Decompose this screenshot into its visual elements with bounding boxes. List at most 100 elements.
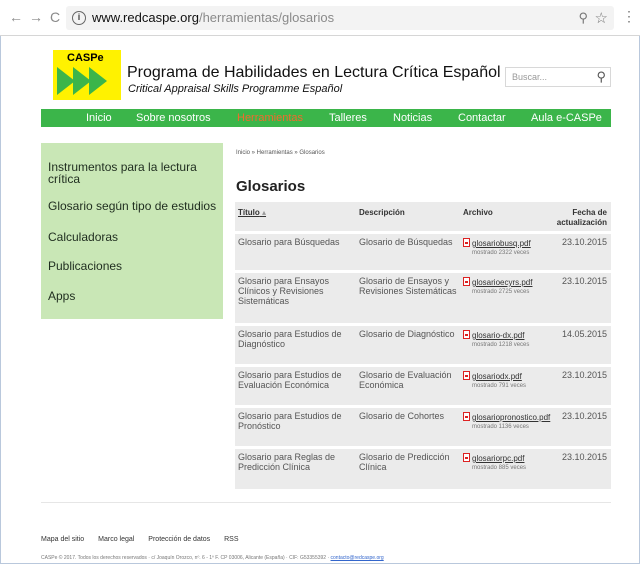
zoom-icon[interactable]: ⚲ [578, 10, 588, 26]
row-file[interactable]: glosariopronostico.pdf mostrado 1136 vece… [463, 411, 550, 432]
footer-link-proteccion[interactable]: Protección de datos [148, 536, 210, 543]
footer-links: Mapa del sitio Marco legal Protección de… [41, 536, 251, 543]
row-download-count: mostrado 885 veces [472, 465, 527, 471]
row-file-link[interactable]: glosario-dx.pdf [472, 331, 524, 340]
nav-item-noticias[interactable]: Noticias [393, 112, 432, 124]
col-titulo[interactable]: Título ▴ [238, 208, 266, 217]
table-row: Glosario para Estudios de Pronóstico Glos… [235, 408, 611, 446]
row-download-count: mostrado 1136 veces [472, 424, 529, 430]
row-file-link[interactable]: glosariobusq.pdf [472, 239, 531, 248]
site-subtitle: Critical Appraisal Skills Programme Espa… [128, 83, 343, 95]
bookmark-star-icon[interactable]: ☆ [595, 9, 608, 27]
contact-email-link[interactable]: contacto@redcaspe.org [331, 555, 384, 561]
search-input[interactable]: Buscar... ⚲ [505, 67, 611, 87]
url-host: www.redcaspe.org [92, 10, 199, 25]
row-date: 23.10.2015 [561, 370, 607, 380]
sidebar-item-glosario[interactable]: Glosario según tipo de estudios [48, 200, 216, 212]
row-date: 23.10.2015 [561, 237, 607, 247]
table-body: Glosario para Búsquedas Glosario de Búsqu… [235, 234, 611, 489]
caspe-logo[interactable]: CASPe [53, 50, 121, 100]
main-nav: Inicio Sobre nosotros Herramientas Talle… [41, 109, 611, 127]
row-file-link[interactable]: glosariorpc.pdf [472, 454, 524, 463]
row-date: 23.10.2015 [561, 411, 607, 421]
browser-toolbar: ← → C i www.redcaspe.org/herramientas/gl… [0, 0, 640, 36]
menu-kebab-icon[interactable]: ⋮ [622, 8, 636, 25]
col-fecha: Fecha de actualización [556, 208, 607, 227]
copyright-text: CASPe © 2017. Todos los derechos reserva… [41, 555, 331, 561]
sidebar-item-instrumentos[interactable]: Instrumentos para la lectura crítica [48, 161, 218, 185]
row-description: Glosario de Ensayos y Revisiones Sistemá… [359, 276, 457, 296]
row-download-count: mostrado 1218 veces [472, 342, 530, 348]
sidebar: Instrumentos para la lectura crítica Glo… [41, 143, 223, 319]
sidebar-item-calculadoras[interactable]: Calculadoras [48, 231, 118, 243]
sort-icon: ▴ [262, 208, 267, 217]
sidebar-item-publicaciones[interactable]: Publicaciones [48, 260, 122, 272]
col-descripcion: Descripción [359, 208, 405, 217]
row-description: Glosario de Búsquedas [359, 237, 453, 247]
table-row: Glosario para Búsquedas Glosario de Búsqu… [235, 234, 611, 270]
copyright: CASPe © 2017. Todos los derechos reserva… [41, 555, 384, 561]
row-file-link[interactable]: glosariodx.pdf [472, 372, 522, 381]
nav-item-talleres[interactable]: Talleres [329, 112, 367, 124]
col-archivo: Archivo [463, 208, 493, 217]
footer-divider [41, 502, 611, 503]
row-file[interactable]: glosarioecyrs.pdf mostrado 2725 veces [463, 276, 532, 297]
col-titulo-label: Título [238, 208, 260, 217]
row-file[interactable]: glosariobusq.pdf mostrado 2322 veces [463, 237, 531, 258]
back-icon[interactable]: ← [8, 9, 24, 25]
reload-icon[interactable]: C [47, 9, 63, 25]
search-icon[interactable]: ⚲ [596, 69, 606, 85]
glossary-table: Título ▴ Descripción Archivo Fecha de ac… [235, 202, 611, 489]
footer-link-rss[interactable]: RSS [224, 536, 238, 543]
row-date: 23.10.2015 [561, 276, 607, 286]
pdf-icon [463, 330, 470, 339]
logo-text: CASPe [67, 52, 104, 64]
table-row: Glosario para Estudios de Diagnóstico Glo… [235, 326, 611, 364]
table-row: Glosario para Ensayos Clínicos y Revisio… [235, 273, 611, 323]
row-title: Glosario para Reglas de Predicción Clíni… [238, 452, 336, 472]
nav-item-herramientas[interactable]: Herramientas [237, 112, 303, 124]
table-row: Glosario para Estudios de Evaluación Eco… [235, 367, 611, 405]
row-file-link[interactable]: glosariopronostico.pdf [472, 413, 550, 422]
row-title: Glosario para Ensayos Clínicos y Revisio… [238, 276, 330, 306]
row-description: Glosario de Predicción Clínica [359, 452, 450, 472]
breadcrumb[interactable]: Inicio » Herramientas » Glosarios [236, 150, 325, 156]
row-title: Glosario para Búsquedas [238, 237, 340, 247]
search-placeholder: Buscar... [512, 72, 548, 82]
nav-item-sobre-nosotros[interactable]: Sobre nosotros [136, 112, 211, 124]
nav-item-inicio[interactable]: Inicio [86, 112, 112, 124]
address-bar[interactable]: i www.redcaspe.org/herramientas/glosario… [66, 6, 614, 30]
table-header: Título ▴ Descripción Archivo Fecha de ac… [235, 202, 611, 231]
pdf-icon [463, 412, 470, 421]
url-text[interactable]: www.redcaspe.org/herramientas/glosarios [92, 10, 334, 26]
site-title: Programa de Habilidades en Lectura Críti… [127, 64, 501, 81]
row-file[interactable]: glosario-dx.pdf mostrado 1218 veces [463, 329, 529, 350]
row-file[interactable]: glosariodx.pdf mostrado 791 veces [463, 370, 526, 391]
row-download-count: mostrado 791 veces [472, 383, 527, 389]
row-download-count: mostrado 2725 veces [472, 289, 530, 295]
pdf-icon [463, 453, 470, 462]
sidebar-item-apps[interactable]: Apps [48, 290, 75, 302]
row-title: Glosario para Estudios de Diagnóstico [238, 329, 342, 349]
row-download-count: mostrado 2322 veces [472, 250, 530, 256]
row-file[interactable]: glosariorpc.pdf mostrado 885 veces [463, 452, 526, 473]
nav-item-aula-e-caspe[interactable]: Aula e-CASPe [531, 112, 602, 124]
row-date: 23.10.2015 [561, 452, 607, 462]
table-row: Glosario para Reglas de Predicción Clíni… [235, 449, 611, 489]
row-description: Glosario de Diagnóstico [359, 329, 455, 339]
row-description: Glosario de Evaluación Económica [359, 370, 452, 390]
row-file-link[interactable]: glosarioecyrs.pdf [472, 278, 532, 287]
nav-item-contactar[interactable]: Contactar [458, 112, 506, 124]
logo-arrows-icon [57, 67, 107, 95]
info-icon[interactable]: i [72, 11, 86, 25]
row-description: Glosario de Cohortes [359, 411, 445, 421]
pdf-icon [463, 238, 470, 247]
footer-link-mapa[interactable]: Mapa del sitio [41, 536, 84, 543]
footer-link-marco-legal[interactable]: Marco legal [98, 536, 134, 543]
pdf-icon [463, 371, 470, 380]
row-title: Glosario para Estudios de Evaluación Eco… [238, 370, 342, 390]
row-date: 14.05.2015 [561, 329, 607, 339]
forward-icon[interactable]: → [28, 9, 44, 25]
url-path: /herramientas/glosarios [198, 10, 335, 25]
pdf-icon [463, 277, 470, 286]
